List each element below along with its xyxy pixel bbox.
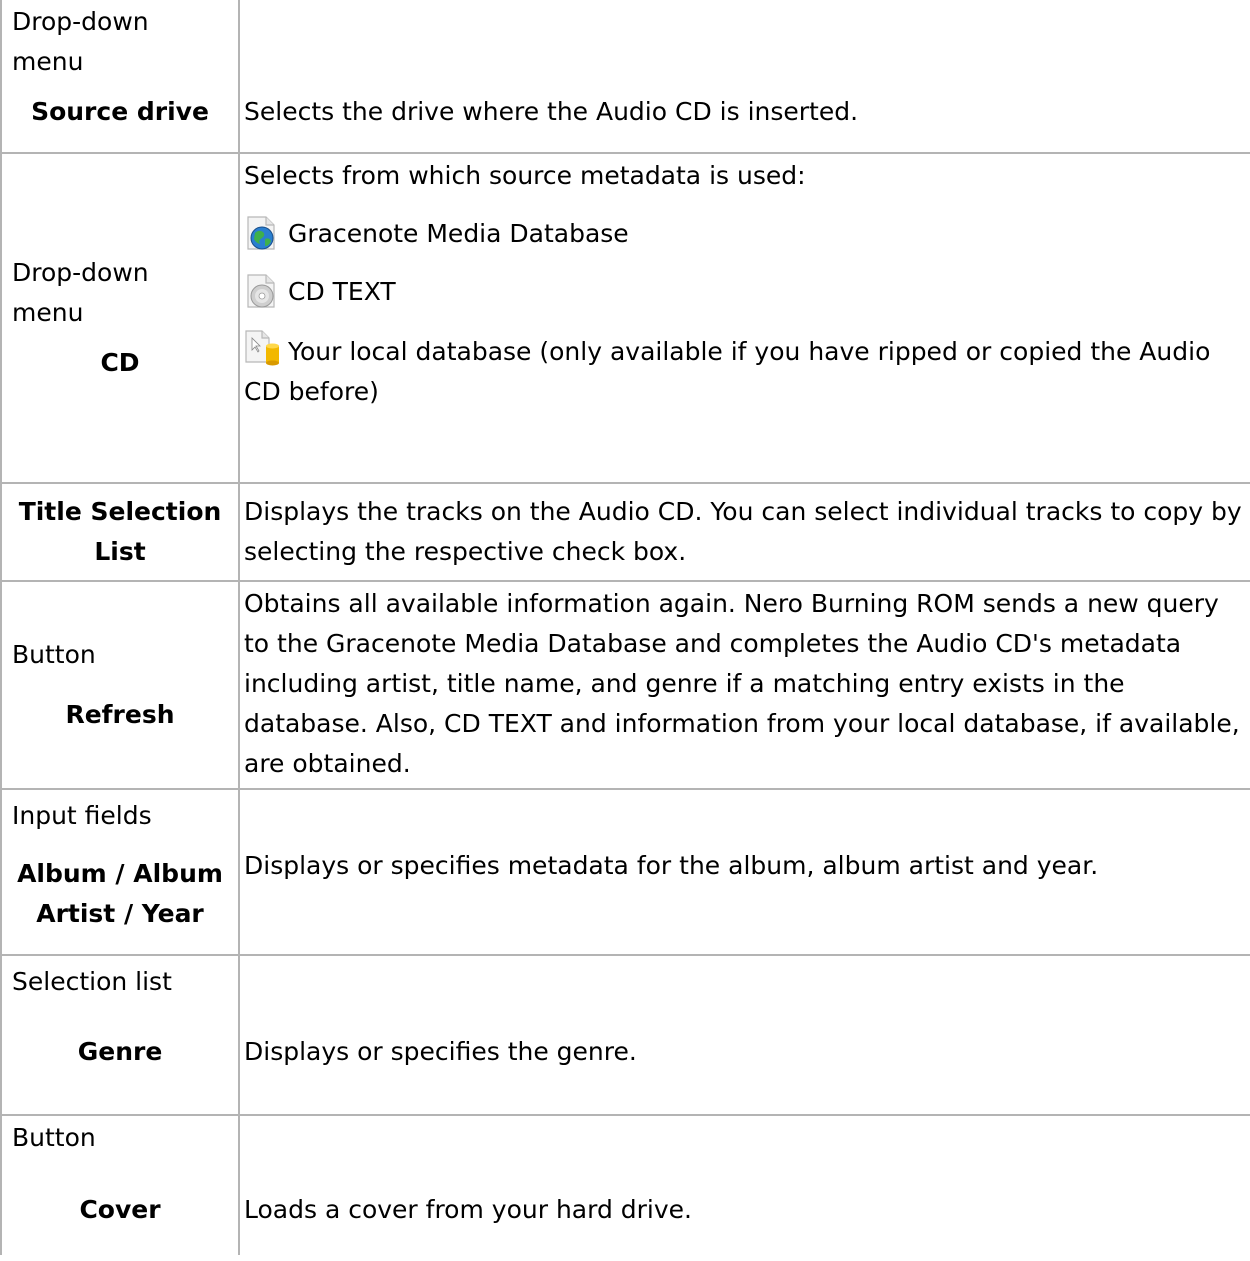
row-label-cell: Title Selection List	[0, 482, 240, 582]
row-desc: Selects from which source metadata is us…	[244, 161, 806, 190]
source-option-label: CD TEXT	[288, 277, 396, 306]
row-label-cell: Button Cover	[0, 1114, 240, 1255]
row-kind: Selection list	[12, 967, 172, 996]
row-name: Album / Album Artist / Year	[17, 859, 223, 928]
row-name: Cover	[79, 1195, 161, 1224]
row-desc-cell: Selects from which source metadata is us…	[238, 152, 1250, 484]
row-desc: Displays or specifies the genre.	[244, 1037, 637, 1066]
row-desc: Loads a cover from your hard drive.	[244, 1195, 692, 1224]
row-kind: Drop-down menu	[12, 258, 149, 327]
row-name: Refresh	[65, 700, 175, 729]
row-desc-cell: Loads a cover from your hard drive.	[238, 1114, 1250, 1255]
table-row: Drop-down menu CD Selects from which sou…	[0, 152, 1250, 484]
row-desc-cell: Obtains all available information again.…	[238, 580, 1250, 790]
table-row: Button Refresh Obtains all available inf…	[0, 580, 1250, 790]
globe-database-icon	[244, 216, 280, 252]
row-kind: Input fields	[12, 801, 152, 830]
table-row: Title Selection List Displays the tracks…	[0, 482, 1250, 582]
row-desc-cell: Displays or specifies the genre.	[238, 954, 1250, 1116]
source-option-label: Your local database (only available if y…	[244, 337, 1211, 406]
row-desc: Selects the drive where the Audio CD is …	[244, 97, 859, 126]
source-option-label: Gracenote Media Database	[288, 219, 629, 248]
source-option-gracenote: Gracenote Media Database	[240, 214, 1250, 254]
row-kind: Button	[12, 1123, 96, 1152]
source-option-local-db: Your local database (only available if y…	[240, 330, 1250, 412]
row-desc-cell: Displays the tracks on the Audio CD. You…	[238, 482, 1250, 582]
row-label-cell: Drop-down menu Source drive	[0, 0, 240, 154]
row-desc-cell: Selects the drive where the Audio CD is …	[238, 0, 1250, 154]
row-name: Source drive	[31, 97, 209, 126]
row-desc: Displays the tracks on the Audio CD. You…	[244, 497, 1242, 566]
row-kind: Drop-down menu	[12, 7, 149, 76]
row-label-cell: Input fields Album / Album Artist / Year	[0, 788, 240, 956]
row-label-cell: Button Refresh	[0, 580, 240, 790]
local-database-icon	[244, 330, 280, 366]
table-row: Selection list Genre Displays or specifi…	[0, 954, 1250, 1116]
table-row: Button Cover Loads a cover from your har…	[0, 1114, 1250, 1255]
row-name: Title Selection List	[18, 497, 222, 566]
cd-text-icon	[244, 274, 280, 310]
row-label-cell: Drop-down menu CD	[0, 152, 240, 484]
table-row: Input fields Album / Album Artist / Year…	[0, 788, 1250, 956]
row-desc-cell: Displays or specifies metadata for the a…	[238, 788, 1250, 956]
row-name: CD	[100, 348, 140, 377]
row-label-cell: Selection list Genre	[0, 954, 240, 1116]
table-row: Drop-down menu Source drive Selects the …	[0, 0, 1250, 154]
row-desc: Displays or specifies metadata for the a…	[244, 851, 1099, 880]
row-desc: Obtains all available information again.…	[244, 589, 1240, 778]
row-kind: Button	[12, 640, 96, 669]
options-table: Drop-down menu Source drive Selects the …	[0, 0, 1250, 1255]
source-option-cd-text: CD TEXT	[240, 272, 1250, 312]
row-name: Genre	[77, 1037, 163, 1066]
